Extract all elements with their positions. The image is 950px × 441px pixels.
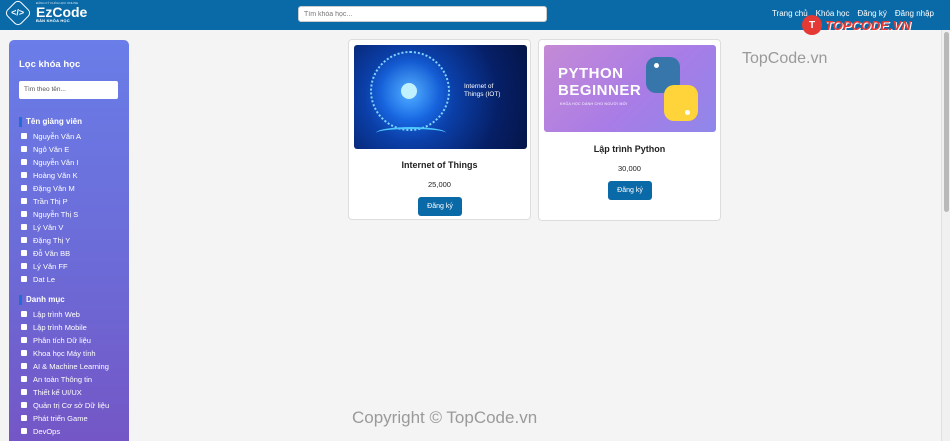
category-option[interactable]: AI & Machine Learning (19, 360, 119, 373)
category-option[interactable]: Phát triển Game (19, 412, 119, 425)
logo[interactable]: </> ĐĂNG KÝ KHÓA HỌC ONLINE EzCode BÁN K… (3, 0, 88, 27)
watermark-text: TopCode.vn (742, 50, 828, 67)
checkbox[interactable] (21, 211, 27, 217)
checkbox[interactable] (21, 159, 27, 165)
instructor-option[interactable]: Lý Văn V (19, 221, 119, 234)
filter-sidebar: Lọc khóa học Tên giảng viên Nguyễn Văn A… (9, 40, 129, 441)
instructor-option[interactable]: Trần Thị P (19, 195, 119, 208)
course-title[interactable]: Internet of Things (349, 160, 530, 170)
category-option[interactable]: DevOps (19, 425, 119, 438)
page-scrollbar[interactable] (941, 30, 950, 441)
course-search-input[interactable] (298, 6, 547, 22)
instructor-option[interactable]: Nguyễn Thị S (19, 208, 119, 221)
category-option[interactable]: Khoa học Máy tính (19, 347, 119, 360)
instructor-option[interactable]: Lý Văn FF (19, 260, 119, 273)
topcode-watermark-logo: T TOPCODE.VN (802, 15, 911, 35)
category-option[interactable]: Quản trị Cơ sở Dữ liệu (19, 399, 119, 412)
topcode-badge-icon: T (802, 15, 822, 35)
checkbox[interactable] (21, 276, 27, 282)
category-option[interactable]: Lập trình Mobile (19, 321, 119, 334)
checkbox[interactable] (21, 389, 27, 395)
checkbox[interactable] (21, 363, 27, 369)
checkbox[interactable] (21, 198, 27, 204)
category-option[interactable]: Phân tích Dữ liệu (19, 334, 119, 347)
course-card-python[interactable]: PYTHON BEGINNER KHÓA HỌC DÀNH CHO NGƯỜI … (538, 39, 721, 221)
course-card-iot[interactable]: Internet of Things (IOT) Internet of Thi… (348, 39, 531, 220)
course-price: 25,000 (428, 180, 451, 189)
logo-tagline: ĐĂNG KÝ KHÓA HỌC ONLINE (36, 1, 79, 5)
instructor-option[interactable]: Đặng Thị Y (19, 234, 119, 247)
instructor-option[interactable]: Đặng Văn M (19, 182, 119, 195)
enroll-button[interactable]: Đăng ký (608, 181, 652, 200)
checkbox[interactable] (21, 146, 27, 152)
course-price: 30,000 (618, 164, 641, 173)
network-hub-icon (401, 83, 417, 99)
checkbox[interactable] (21, 237, 27, 243)
instructor-option[interactable]: Dat Le (19, 273, 119, 286)
checkbox[interactable] (21, 428, 27, 434)
checkbox[interactable] (21, 324, 27, 330)
instructor-option[interactable]: Đỗ Văn BB (19, 247, 119, 260)
instructor-option[interactable]: Nguyễn Văn I (19, 156, 119, 169)
checkbox[interactable] (21, 185, 27, 191)
course-title[interactable]: Lập trình Python (539, 144, 720, 154)
checkbox[interactable] (21, 311, 27, 317)
checkbox[interactable] (21, 224, 27, 230)
checkbox[interactable] (21, 350, 27, 356)
enroll-button[interactable]: Đăng ký (418, 197, 462, 216)
instructor-option[interactable]: Ngô Văn E (19, 143, 119, 156)
checkbox[interactable] (21, 415, 27, 421)
checkbox[interactable] (21, 172, 27, 178)
checkbox[interactable] (21, 263, 27, 269)
course-thumbnail[interactable]: Internet of Things (IOT) (354, 45, 527, 149)
logo-name: EzCode (36, 4, 88, 20)
instructor-option[interactable]: Hoàng Văn K (19, 169, 119, 182)
category-option[interactable]: An toàn Thông tin (19, 373, 119, 386)
category-option[interactable]: Lập trình Web (19, 308, 119, 321)
checkbox[interactable] (21, 133, 27, 139)
checkbox[interactable] (21, 402, 27, 408)
filter-name-input[interactable] (19, 80, 118, 99)
code-logo-icon: </> (3, 0, 33, 27)
scrollbar-thumb[interactable] (944, 32, 949, 212)
category-option[interactable]: Thiết kế UI/UX (19, 386, 119, 399)
categories-section-title: Danh mục (19, 294, 119, 305)
instructor-option[interactable]: Nguyễn Văn A (19, 130, 119, 143)
checkbox[interactable] (21, 337, 27, 343)
checkbox[interactable] (21, 376, 27, 382)
python-logo-icon (646, 57, 698, 121)
checkbox[interactable] (21, 250, 27, 256)
hand-icon (376, 127, 446, 139)
course-thumbnail[interactable]: PYTHON BEGINNER KHÓA HỌC DÀNH CHO NGƯỜI … (544, 45, 716, 132)
sidebar-title: Lọc khóa học (19, 59, 81, 70)
instructors-section-title: Tên giảng viên (19, 116, 119, 127)
copyright-watermark: Copyright © TopCode.vn (352, 408, 538, 427)
